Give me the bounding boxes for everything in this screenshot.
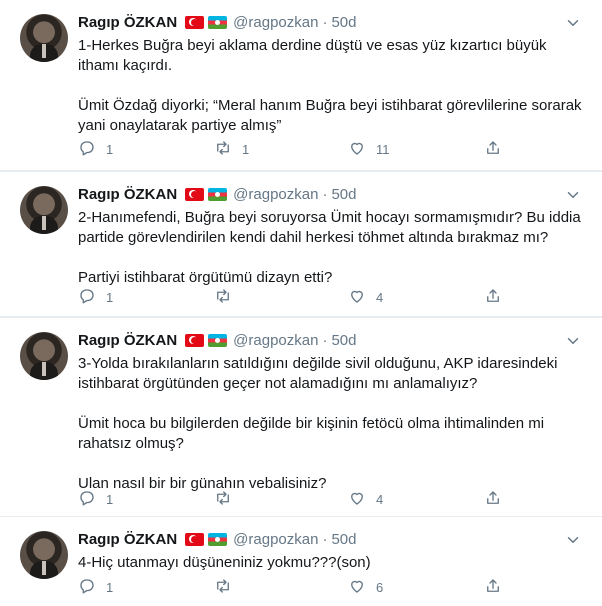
tweet-time[interactable]: 50d — [331, 186, 356, 203]
tweet-text: 1-Herkes Buğra beyi aklama derdine düştü… — [78, 36, 588, 136]
share-button[interactable] — [484, 286, 502, 308]
tweet-paragraph: 4-Hiç utanmayı düşüneniniz yokmu???(son) — [78, 554, 371, 571]
tweet[interactable]: Ragıp ÖZKAN @ragpozkan · 50d 4-Hiç utanm… — [0, 517, 602, 606]
reply-button[interactable]: 1 — [78, 488, 113, 510]
turkey-flag-icon — [185, 15, 205, 29]
author-handle[interactable]: @ragpozkan — [233, 186, 318, 203]
separator: · — [322, 331, 328, 349]
author-name[interactable]: Ragıp ÖZKAN — [78, 14, 177, 31]
retweet-icon — [214, 139, 232, 160]
separator: · — [322, 530, 328, 548]
turkey-flag-icon — [185, 532, 205, 546]
author-handle[interactable]: @ragpozkan — [233, 332, 318, 349]
share-button[interactable] — [484, 576, 502, 598]
avatar[interactable] — [20, 531, 68, 579]
author-name[interactable]: Ragıp ÖZKAN — [78, 186, 177, 203]
tweet-paragraph: Ümit hoca bu bilgilerden değilde bir kiş… — [78, 415, 545, 452]
tweet-time[interactable]: 50d — [331, 332, 356, 349]
reply-count: 1 — [106, 491, 114, 507]
azerbaijan-flag-icon — [208, 532, 228, 546]
avatar[interactable] — [20, 186, 68, 234]
like-count: 11 — [376, 141, 390, 157]
retweet-count: 1 — [242, 141, 250, 157]
tweet-header: Ragıp ÖZKAN @ragpozkan · 50d — [78, 330, 356, 350]
like-count: 4 — [376, 491, 384, 507]
retweet-button[interactable] — [214, 576, 242, 598]
share-icon — [484, 139, 502, 160]
tweet-actions: 1 6 — [66, 576, 506, 598]
tweet[interactable]: Ragıp ÖZKAN @ragpozkan · 50d 1-Herkes Bu… — [0, 0, 602, 171]
author-name[interactable]: Ragıp ÖZKAN — [78, 531, 177, 548]
tweet[interactable]: Ragıp ÖZKAN @ragpozkan · 50d 2-Hanımefen… — [0, 171, 602, 317]
retweet-button[interactable] — [214, 488, 242, 510]
share-button[interactable] — [484, 488, 502, 510]
avatar[interactable] — [20, 14, 68, 62]
chevron-down-icon[interactable] — [564, 531, 582, 549]
tweet-paragraph: 3-Yolda bırakılanların satıldığını değil… — [78, 355, 558, 392]
azerbaijan-flag-icon — [208, 187, 228, 201]
retweet-icon — [214, 287, 232, 308]
reply-count: 1 — [106, 141, 114, 157]
separator: · — [322, 185, 328, 203]
reply-icon — [78, 139, 96, 160]
chevron-down-icon[interactable] — [564, 14, 582, 32]
retweet-button[interactable]: 1 — [214, 138, 249, 160]
author-handle[interactable]: @ragpozkan — [233, 14, 318, 31]
reply-icon — [78, 287, 96, 308]
like-icon — [348, 139, 366, 160]
chevron-down-icon[interactable] — [564, 332, 582, 350]
reply-button[interactable]: 1 — [78, 138, 113, 160]
turkey-flag-icon — [185, 333, 205, 347]
share-button[interactable] — [484, 138, 502, 160]
tweet-header: Ragıp ÖZKAN @ragpozkan · 50d — [78, 184, 356, 204]
tweet-time[interactable]: 50d — [331, 14, 356, 31]
reply-icon — [78, 489, 96, 510]
retweet-icon — [214, 577, 232, 598]
tweet[interactable]: Ragıp ÖZKAN @ragpozkan · 50d 3-Yolda bır… — [0, 317, 602, 517]
turkey-flag-icon — [185, 187, 205, 201]
azerbaijan-flag-icon — [208, 333, 228, 347]
share-icon — [484, 577, 502, 598]
tweet-paragraph: 1-Herkes Buğra beyi aklama derdine düştü… — [78, 37, 547, 74]
reply-count: 1 — [106, 579, 114, 595]
author-name[interactable]: Ragıp ÖZKAN — [78, 332, 177, 349]
tweet-actions: 1 4 — [66, 286, 506, 308]
like-count: 4 — [376, 289, 384, 305]
retweet-icon — [214, 489, 232, 510]
tweet-text: 4-Hiç utanmayı düşüneniniz yokmu???(son) — [78, 553, 588, 573]
like-count: 6 — [376, 579, 384, 595]
reply-button[interactable]: 1 — [78, 576, 113, 598]
tweet-time[interactable]: 50d — [331, 531, 356, 548]
separator: · — [322, 13, 328, 31]
like-button[interactable]: 11 — [348, 138, 390, 160]
tweet-text: 2-Hanımefendi, Buğra beyi soruyorsa Ümit… — [78, 208, 588, 288]
share-icon — [484, 287, 502, 308]
author-handle[interactable]: @ragpozkan — [233, 531, 318, 548]
tweet-actions: 1 4 — [66, 488, 506, 510]
reply-count: 1 — [106, 289, 114, 305]
tweet-text: 3-Yolda bırakılanların satıldığını değil… — [78, 354, 588, 494]
avatar[interactable] — [20, 332, 68, 380]
like-icon — [348, 489, 366, 510]
azerbaijan-flag-icon — [208, 15, 228, 29]
like-button[interactable]: 4 — [348, 286, 383, 308]
share-icon — [484, 489, 502, 510]
like-icon — [348, 577, 366, 598]
reply-button[interactable]: 1 — [78, 286, 113, 308]
tweet-paragraph: Partiyi istihbarat örgütümü dizayn etti? — [78, 269, 333, 286]
chevron-down-icon[interactable] — [564, 186, 582, 204]
tweet-header: Ragıp ÖZKAN @ragpozkan · 50d — [78, 529, 356, 549]
like-icon — [348, 287, 366, 308]
tweet-actions: 1 1 11 — [66, 138, 506, 160]
like-button[interactable]: 4 — [348, 488, 383, 510]
like-button[interactable]: 6 — [348, 576, 383, 598]
tweet-header: Ragıp ÖZKAN @ragpozkan · 50d — [78, 12, 356, 32]
retweet-button[interactable] — [214, 286, 242, 308]
tweet-paragraph: Ümit Özdağ diyorki; “Meral hanım Buğra b… — [78, 97, 582, 134]
tweet-paragraph: 2-Hanımefendi, Buğra beyi soruyorsa Ümit… — [78, 209, 581, 246]
reply-icon — [78, 577, 96, 598]
